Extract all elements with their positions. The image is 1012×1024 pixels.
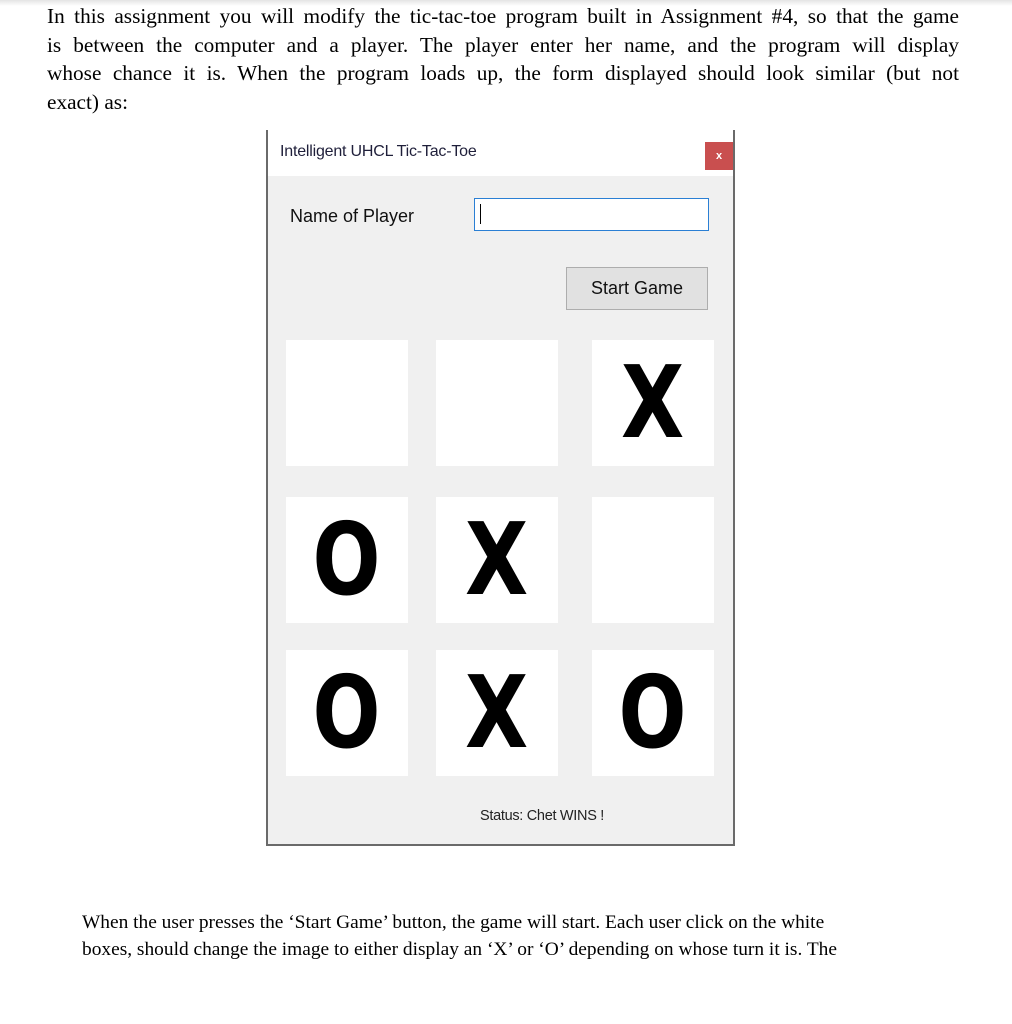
followup-paragraph: When the user presses the ‘Start Game’ b… xyxy=(82,909,922,963)
followup-line: boxes, should change the image to either… xyxy=(82,939,837,960)
board-cell-r1-c2[interactable] xyxy=(436,340,558,466)
o-mark-icon: O xyxy=(312,654,381,771)
start-game-button[interactable]: Start Game xyxy=(566,267,708,310)
board-cell-r3-c3[interactable]: O xyxy=(592,650,714,776)
window-titlebar[interactable]: Intelligent UHCL Tic-Tac-Toe x xyxy=(268,130,733,176)
board-cell-r2-c3[interactable] xyxy=(592,497,714,623)
x-mark-icon: X xyxy=(465,654,529,771)
tictactoe-window: Intelligent UHCL Tic-Tac-Toe x Name of P… xyxy=(266,130,735,846)
board-cell-r1-c3[interactable]: X xyxy=(592,340,714,466)
x-mark-icon: X xyxy=(465,501,529,618)
followup-line: When the user presses the ‘Start Game’ b… xyxy=(82,912,825,933)
board-cell-r2-c1[interactable]: O xyxy=(286,497,408,623)
close-button[interactable]: x xyxy=(705,142,733,170)
status-label: Status: Chet WINS ! xyxy=(480,808,605,824)
intro-paragraph: In this assignment you will modify the t… xyxy=(47,2,959,116)
intro-line: exact) as: xyxy=(47,89,128,114)
close-icon: x xyxy=(715,150,723,162)
intro-line: is between the computer and a player. Th… xyxy=(47,32,959,57)
board-cell-r1-c1[interactable] xyxy=(286,340,408,466)
x-mark-icon: X xyxy=(621,344,685,461)
name-of-player-label: Name of Player xyxy=(290,206,415,226)
text-caret xyxy=(480,204,481,224)
board-cell-r3-c1[interactable]: O xyxy=(286,650,408,776)
board-cell-r2-c2[interactable]: X xyxy=(436,497,558,623)
o-mark-icon: O xyxy=(312,501,381,618)
player-name-input[interactable] xyxy=(474,198,709,231)
window-title: Intelligent UHCL Tic-Tac-Toe xyxy=(280,143,477,160)
board-cell-r3-c2[interactable]: X xyxy=(436,650,558,776)
intro-line: In this assignment you will modify the t… xyxy=(47,4,959,28)
o-mark-icon: O xyxy=(618,654,687,771)
intro-line: whose chance it is. When the program loa… xyxy=(47,61,959,85)
